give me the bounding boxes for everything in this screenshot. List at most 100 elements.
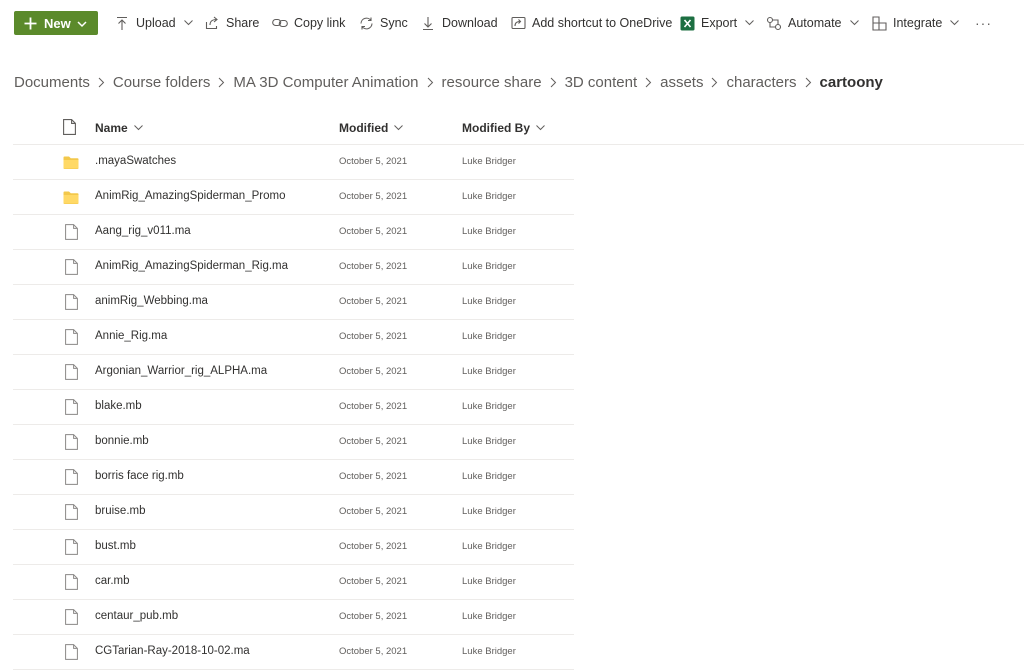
- chevron-down-icon: [745, 20, 754, 26]
- table-row[interactable]: centaur_pub.mb October 5, 2021 Luke Bridge…: [13, 600, 574, 635]
- item-name-link[interactable]: CGTarian-Ray-2018-10-02.ma: [95, 645, 250, 657]
- chevron-down-icon: [394, 125, 404, 131]
- item-name-link[interactable]: centaur_pub.mb: [95, 610, 178, 622]
- item-name-link[interactable]: bust.mb: [95, 540, 136, 552]
- file-icon: [63, 399, 79, 415]
- share-icon: [204, 15, 220, 31]
- item-name-link[interactable]: bruise.mb: [95, 505, 146, 517]
- integrate-label: Integrate: [893, 16, 943, 30]
- name-column-header[interactable]: Name: [95, 121, 143, 135]
- table-row[interactable]: Annie_Rig.ma October 5, 2021 Luke Bridger: [13, 320, 574, 355]
- table-row[interactable]: bruise.mb October 5, 2021 Luke Bridger: [13, 495, 574, 530]
- item-name-link[interactable]: Aang_rig_v011.ma: [95, 225, 191, 237]
- breadcrumb-item[interactable]: resource share: [442, 74, 542, 91]
- breadcrumb-item[interactable]: characters: [726, 74, 796, 91]
- modified-by: Luke Bridger: [462, 156, 516, 167]
- modified-by: Luke Bridger: [462, 331, 516, 342]
- copy-link-button[interactable]: Copy link: [272, 11, 345, 35]
- item-name-link[interactable]: borris face rig.mb: [95, 470, 184, 482]
- share-button[interactable]: Share: [204, 11, 259, 35]
- chevron-down-icon: [133, 125, 143, 131]
- table-row[interactable]: borris face rig.mb October 5, 2021 Luke Br…: [13, 460, 574, 495]
- file-type-column-icon[interactable]: [63, 119, 77, 135]
- automate-label: Automate: [788, 16, 842, 30]
- modified-date: October 5, 2021: [339, 261, 408, 272]
- chevron-right-icon: [427, 77, 434, 88]
- item-name-link[interactable]: blake.mb: [95, 400, 142, 412]
- breadcrumb: Documents Course folders MA 3D Computer An…: [14, 70, 883, 94]
- folder-icon: [63, 154, 79, 170]
- modified-by: Luke Bridger: [462, 541, 516, 552]
- chevron-right-icon: [645, 77, 652, 88]
- new-button-label: New: [44, 15, 71, 31]
- modified-by: Luke Bridger: [462, 191, 516, 202]
- chevron-right-icon: [218, 77, 225, 88]
- upload-icon: [114, 15, 130, 31]
- table-row[interactable]: bust.mb October 5, 2021 Luke Bridger: [13, 530, 574, 565]
- sync-button[interactable]: Sync: [358, 11, 408, 35]
- item-name-link[interactable]: car.mb: [95, 575, 130, 587]
- item-name-link[interactable]: AnimRig_AmazingSpiderman_Promo: [95, 190, 285, 202]
- new-button[interactable]: New: [14, 11, 98, 35]
- modified-date: October 5, 2021: [339, 436, 408, 447]
- breadcrumb-item[interactable]: assets: [660, 74, 703, 91]
- modified-date: October 5, 2021: [339, 226, 408, 237]
- upload-label: Upload: [136, 16, 176, 30]
- chevron-right-icon: [805, 77, 812, 88]
- breadcrumb-item[interactable]: 3D content: [565, 74, 638, 91]
- link-icon: [272, 15, 288, 31]
- more-options-button[interactable]: ···: [975, 11, 992, 35]
- table-row[interactable]: bonnie.mb October 5, 2021 Luke Bridger: [13, 425, 574, 460]
- modified-by: Luke Bridger: [462, 261, 516, 272]
- table-row[interactable]: car.mb October 5, 2021 Luke Bridger: [13, 565, 574, 600]
- breadcrumb-current: cartoony: [819, 73, 883, 91]
- table-row[interactable]: AnimRig_AmazingSpiderman_Promo October 5,…: [13, 180, 574, 215]
- modified-by-column-header[interactable]: Modified By: [462, 121, 545, 135]
- item-name-link[interactable]: Argonian_Warrior_rig_ALPHA.ma: [95, 365, 267, 377]
- table-row[interactable]: Aang_rig_v011.ma October 5, 2021 Luke Brid…: [13, 215, 574, 250]
- modified-column-label: Modified: [339, 121, 389, 135]
- breadcrumb-item[interactable]: MA 3D Computer Animation: [233, 74, 418, 91]
- table-row[interactable]: .mayaSwatches October 5, 2021 Luke Bridger: [13, 145, 574, 180]
- modified-date: October 5, 2021: [339, 471, 408, 482]
- file-rows: .mayaSwatches October 5, 2021 Luke Bridger…: [13, 145, 1024, 670]
- item-name-link[interactable]: Annie_Rig.ma: [95, 330, 167, 342]
- modified-date: October 5, 2021: [339, 646, 408, 657]
- modified-column-header[interactable]: Modified: [339, 121, 404, 135]
- list-header: Name Modified Modified By: [13, 110, 1024, 145]
- item-name-link[interactable]: animRig_Webbing.ma: [95, 295, 208, 307]
- chevron-down-icon: [536, 125, 545, 131]
- integrate-button[interactable]: Integrate: [871, 11, 960, 35]
- export-button[interactable]: Export: [679, 11, 754, 35]
- upload-button[interactable]: Upload: [114, 11, 193, 35]
- file-icon: [63, 574, 79, 590]
- file-icon: [63, 469, 79, 485]
- table-row[interactable]: Argonian_Warrior_rig_ALPHA.ma October 5, …: [13, 355, 574, 390]
- add-shortcut-button[interactable]: Add shortcut to OneDrive: [510, 11, 672, 35]
- breadcrumb-item[interactable]: Documents: [14, 74, 90, 91]
- export-label: Export: [701, 16, 738, 30]
- table-row[interactable]: CGTarian-Ray-2018-10-02.ma October 5, 202…: [13, 635, 574, 670]
- item-name-link[interactable]: .mayaSwatches: [95, 155, 176, 167]
- modified-date: October 5, 2021: [339, 156, 408, 167]
- modified-date: October 5, 2021: [339, 506, 408, 517]
- file-icon: [63, 504, 79, 520]
- file-icon: [63, 644, 79, 660]
- file-icon: [63, 259, 79, 275]
- breadcrumb-item[interactable]: Course folders: [113, 74, 211, 91]
- table-row[interactable]: AnimRig_AmazingSpiderman_Rig.ma October 5…: [13, 250, 574, 285]
- name-column-label: Name: [95, 121, 128, 135]
- automate-icon: [766, 15, 782, 31]
- modified-date: October 5, 2021: [339, 331, 408, 342]
- chevron-down-icon: [849, 20, 859, 26]
- modified-by: Luke Bridger: [462, 611, 516, 622]
- item-name-link[interactable]: bonnie.mb: [95, 435, 149, 447]
- file-icon: [63, 434, 79, 450]
- automate-button[interactable]: Automate: [766, 11, 859, 35]
- item-name-link[interactable]: AnimRig_AmazingSpiderman_Rig.ma: [95, 260, 288, 272]
- chevron-right-icon: [711, 77, 718, 88]
- table-row[interactable]: animRig_Webbing.ma October 5, 2021 Luke Br…: [13, 285, 574, 320]
- excel-icon: [679, 15, 695, 31]
- table-row[interactable]: blake.mb October 5, 2021 Luke Bridger: [13, 390, 574, 425]
- download-button[interactable]: Download: [420, 11, 498, 35]
